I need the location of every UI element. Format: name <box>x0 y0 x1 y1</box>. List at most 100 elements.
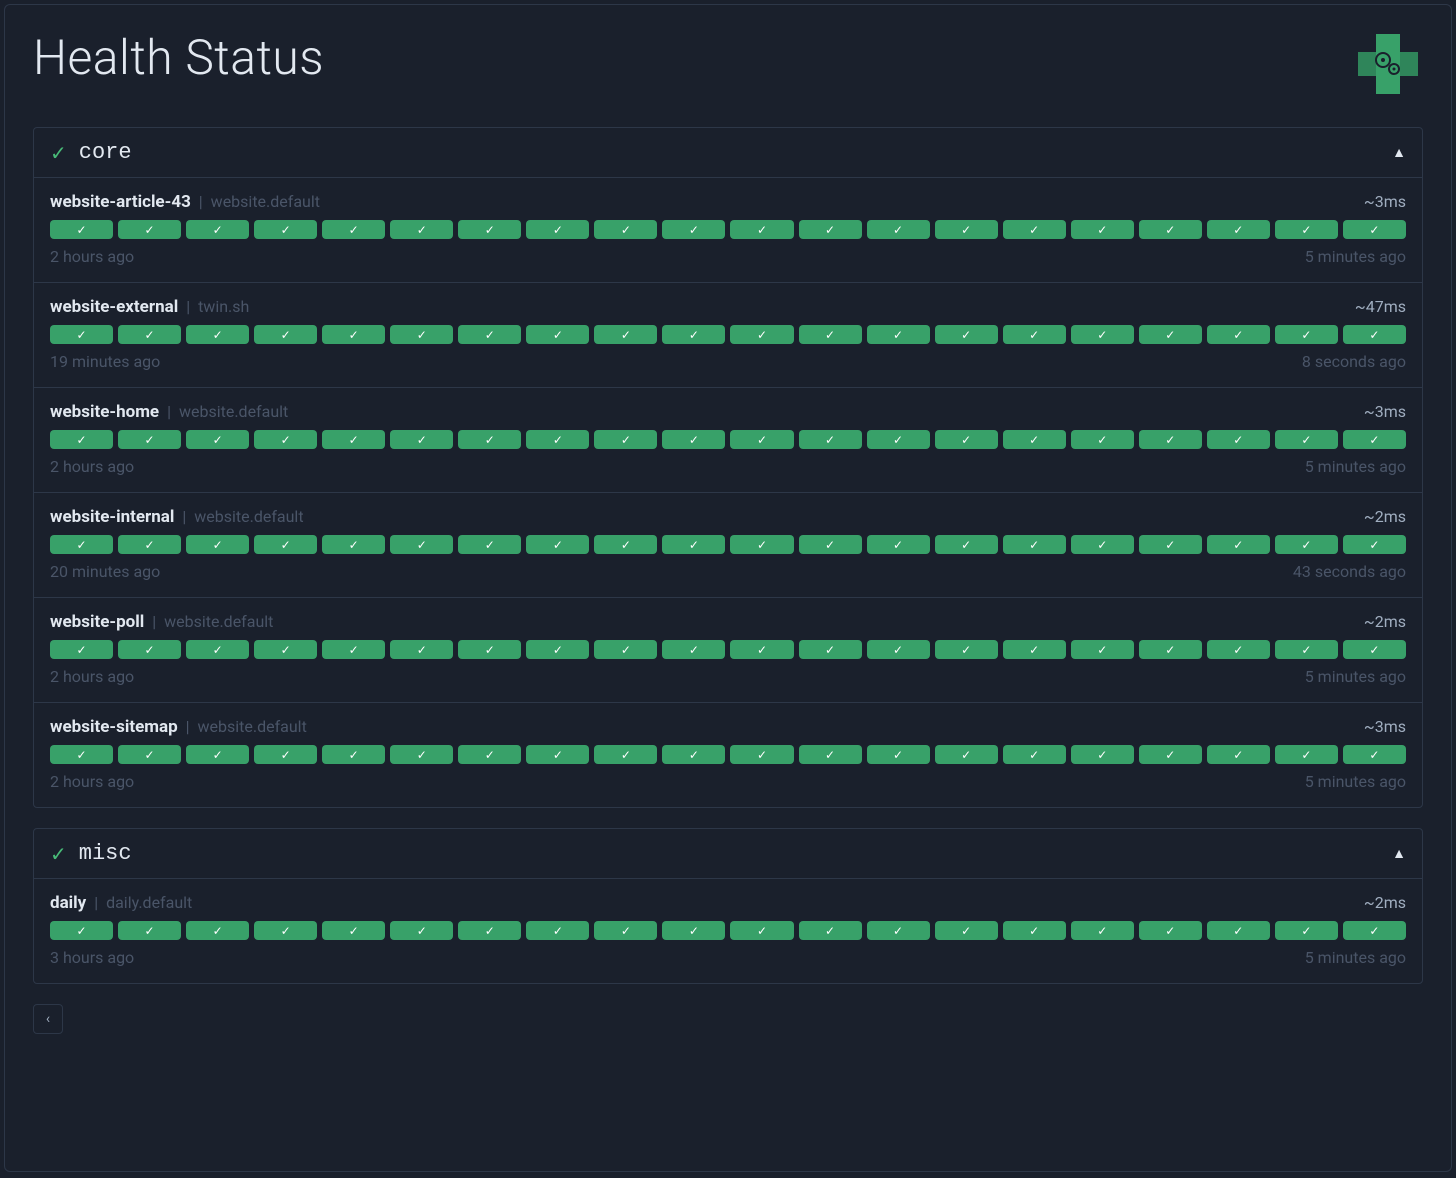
status-block[interactable]: ✓ <box>526 220 589 239</box>
status-block[interactable]: ✓ <box>322 430 385 449</box>
status-block[interactable]: ✓ <box>1275 325 1338 344</box>
status-block[interactable]: ✓ <box>390 535 453 554</box>
status-block[interactable]: ✓ <box>935 745 998 764</box>
status-block[interactable]: ✓ <box>390 325 453 344</box>
status-block[interactable]: ✓ <box>254 220 317 239</box>
status-block[interactable]: ✓ <box>50 535 113 554</box>
status-block[interactable]: ✓ <box>935 640 998 659</box>
status-block[interactable]: ✓ <box>594 535 657 554</box>
status-block[interactable]: ✓ <box>1003 535 1066 554</box>
status-block[interactable]: ✓ <box>799 640 862 659</box>
status-block[interactable]: ✓ <box>799 220 862 239</box>
status-block[interactable]: ✓ <box>730 430 793 449</box>
collapse-icon[interactable]: ▲ <box>1392 845 1406 862</box>
status-block[interactable]: ✓ <box>50 745 113 764</box>
status-block[interactable]: ✓ <box>730 325 793 344</box>
status-block[interactable]: ✓ <box>594 921 657 940</box>
status-block[interactable]: ✓ <box>254 921 317 940</box>
status-block[interactable]: ✓ <box>458 640 521 659</box>
status-block[interactable]: ✓ <box>799 430 862 449</box>
status-block[interactable]: ✓ <box>935 921 998 940</box>
status-block[interactable]: ✓ <box>1139 535 1202 554</box>
status-block[interactable]: ✓ <box>594 220 657 239</box>
status-block[interactable]: ✓ <box>799 921 862 940</box>
status-block[interactable]: ✓ <box>1275 535 1338 554</box>
status-block[interactable]: ✓ <box>1275 745 1338 764</box>
status-block[interactable]: ✓ <box>1071 535 1134 554</box>
status-block[interactable]: ✓ <box>254 745 317 764</box>
endpoint-row[interactable]: daily | daily.default~2ms✓✓✓✓✓✓✓✓✓✓✓✓✓✓✓… <box>34 879 1422 983</box>
status-block[interactable]: ✓ <box>322 745 385 764</box>
status-block[interactable]: ✓ <box>1343 325 1406 344</box>
status-block[interactable]: ✓ <box>867 921 930 940</box>
status-block[interactable]: ✓ <box>1275 430 1338 449</box>
group-header[interactable]: ✓misc▲ <box>34 829 1422 879</box>
status-block[interactable]: ✓ <box>730 220 793 239</box>
status-block[interactable]: ✓ <box>730 640 793 659</box>
status-block[interactable]: ✓ <box>1207 430 1270 449</box>
status-block[interactable]: ✓ <box>186 535 249 554</box>
status-block[interactable]: ✓ <box>322 325 385 344</box>
status-block[interactable]: ✓ <box>1207 325 1270 344</box>
status-block[interactable]: ✓ <box>730 535 793 554</box>
status-block[interactable]: ✓ <box>1343 745 1406 764</box>
status-block[interactable]: ✓ <box>1139 745 1202 764</box>
endpoint-row[interactable]: website-article-43 | website.default~3ms… <box>34 178 1422 283</box>
status-block[interactable]: ✓ <box>322 220 385 239</box>
status-block[interactable]: ✓ <box>1343 535 1406 554</box>
status-block[interactable]: ✓ <box>118 430 181 449</box>
status-block[interactable]: ✓ <box>526 921 589 940</box>
status-block[interactable]: ✓ <box>50 220 113 239</box>
status-block[interactable]: ✓ <box>254 325 317 344</box>
status-block[interactable]: ✓ <box>118 640 181 659</box>
status-block[interactable]: ✓ <box>1207 535 1270 554</box>
status-block[interactable]: ✓ <box>50 430 113 449</box>
status-block[interactable]: ✓ <box>799 535 862 554</box>
status-block[interactable]: ✓ <box>458 535 521 554</box>
status-block[interactable]: ✓ <box>254 430 317 449</box>
status-block[interactable]: ✓ <box>730 745 793 764</box>
status-block[interactable]: ✓ <box>867 325 930 344</box>
status-block[interactable]: ✓ <box>322 921 385 940</box>
group-header[interactable]: ✓core▲ <box>34 128 1422 178</box>
status-block[interactable]: ✓ <box>118 220 181 239</box>
status-block[interactable]: ✓ <box>1343 430 1406 449</box>
endpoint-row[interactable]: website-home | website.default~3ms✓✓✓✓✓✓… <box>34 388 1422 493</box>
status-block[interactable]: ✓ <box>1275 220 1338 239</box>
status-block[interactable]: ✓ <box>526 535 589 554</box>
status-block[interactable]: ✓ <box>186 430 249 449</box>
status-block[interactable]: ✓ <box>322 640 385 659</box>
status-block[interactable]: ✓ <box>1003 325 1066 344</box>
status-block[interactable]: ✓ <box>594 640 657 659</box>
status-block[interactable]: ✓ <box>1343 921 1406 940</box>
status-block[interactable]: ✓ <box>1071 325 1134 344</box>
status-block[interactable]: ✓ <box>1071 745 1134 764</box>
status-block[interactable]: ✓ <box>1343 220 1406 239</box>
status-block[interactable]: ✓ <box>935 325 998 344</box>
status-block[interactable]: ✓ <box>1207 220 1270 239</box>
status-block[interactable]: ✓ <box>458 220 521 239</box>
status-block[interactable]: ✓ <box>186 325 249 344</box>
status-block[interactable]: ✓ <box>118 921 181 940</box>
status-block[interactable]: ✓ <box>662 745 725 764</box>
status-block[interactable]: ✓ <box>50 921 113 940</box>
status-block[interactable]: ✓ <box>867 640 930 659</box>
status-block[interactable]: ✓ <box>730 921 793 940</box>
status-block[interactable]: ✓ <box>867 535 930 554</box>
status-block[interactable]: ✓ <box>118 745 181 764</box>
status-block[interactable]: ✓ <box>390 921 453 940</box>
status-block[interactable]: ✓ <box>390 640 453 659</box>
status-block[interactable]: ✓ <box>254 640 317 659</box>
status-block[interactable]: ✓ <box>1003 921 1066 940</box>
status-block[interactable]: ✓ <box>526 325 589 344</box>
status-block[interactable]: ✓ <box>594 325 657 344</box>
status-block[interactable]: ✓ <box>1207 745 1270 764</box>
status-block[interactable]: ✓ <box>118 325 181 344</box>
status-block[interactable]: ✓ <box>186 745 249 764</box>
status-block[interactable]: ✓ <box>1003 745 1066 764</box>
endpoint-row[interactable]: website-sitemap | website.default~3ms✓✓✓… <box>34 703 1422 807</box>
status-block[interactable]: ✓ <box>458 430 521 449</box>
status-block[interactable]: ✓ <box>50 640 113 659</box>
status-block[interactable]: ✓ <box>867 430 930 449</box>
status-block[interactable]: ✓ <box>458 921 521 940</box>
